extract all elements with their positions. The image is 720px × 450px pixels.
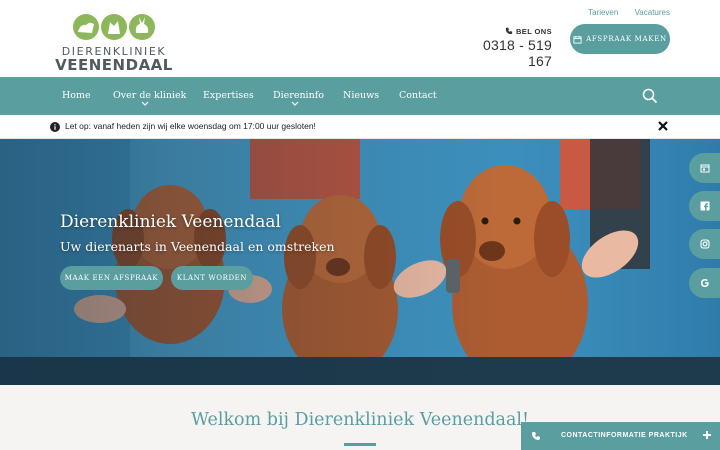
vacatures-link[interactable]: Vacatures	[635, 8, 670, 17]
info-icon	[50, 122, 60, 132]
hero-shade	[0, 139, 720, 385]
close-icon[interactable]	[657, 120, 669, 132]
contact-icon	[532, 432, 540, 440]
logo[interactable]: DIERENKLINIEK VEENENDAAL	[52, 12, 176, 74]
page: DIERENKLINIEK VEENENDAAL Tarieven Vacatu…	[0, 0, 720, 450]
notice-bar: Let op: vanaf heden zijn wij elke woensd…	[0, 115, 720, 139]
contact-info-label: CONTACTINFORMATIE PRAKTIJK	[561, 432, 688, 439]
nav-item-home[interactable]: Home	[62, 90, 91, 101]
become-client-button[interactable]: KLANT WORDEN	[171, 266, 253, 290]
side-tab-google[interactable]	[689, 268, 720, 298]
hero-title: Dierenkliniek Veenendaal	[60, 212, 281, 232]
side-tab-facebook[interactable]	[689, 191, 720, 221]
search-icon[interactable]	[642, 88, 658, 104]
phone-icon	[505, 27, 513, 35]
call-label: BEL ONS	[458, 27, 552, 36]
logo-text-line2: VEENENDAAL	[55, 56, 173, 74]
calendar-icon	[700, 164, 709, 173]
nav-item-contact[interactable]: Contact	[399, 90, 437, 101]
main-nav: Home Over de kliniek Expertises Dierenin…	[0, 77, 720, 115]
chevron-down-icon	[141, 101, 149, 106]
chevron-down-icon	[291, 101, 299, 106]
side-tab-calendar[interactable]	[689, 153, 720, 183]
calendar-icon	[573, 35, 582, 44]
nav-item-diereninfo[interactable]: Diereninfo	[273, 90, 324, 101]
hero-subtitle: Uw dierenarts in Veenendaal en omstreken	[60, 239, 335, 254]
nav-item-over-de-kliniek[interactable]: Over de kliniek	[113, 90, 186, 101]
appointment-button-label: AFSPRAAK MAKEN	[586, 35, 667, 43]
facebook-icon	[700, 201, 709, 211]
appointment-button[interactable]: AFSPRAAK MAKEN	[570, 24, 670, 54]
contact-info-bar[interactable]: CONTACTINFORMATIE PRAKTIJK	[521, 422, 720, 450]
tarieven-link[interactable]: Tarieven	[588, 8, 618, 17]
welcome-divider	[344, 443, 376, 446]
side-tab-instagram[interactable]	[689, 229, 720, 259]
call-label-text: BEL ONS	[515, 27, 552, 36]
notice-text: Let op: vanaf heden zijn wij elke woensd…	[65, 121, 316, 131]
google-icon	[700, 279, 709, 287]
top-links: Tarieven Vacatures	[574, 8, 670, 17]
plus-icon[interactable]	[702, 430, 712, 440]
logo-animals-icon	[73, 14, 155, 40]
instagram-icon	[699, 239, 710, 249]
phone-number[interactable]: 0318 - 519 167	[458, 37, 552, 69]
make-appointment-button[interactable]: MAAK EEN AFSPRAAK	[60, 266, 163, 290]
hero-banner: Dierenkliniek Veenendaal Uw dierenarts i…	[0, 139, 720, 385]
nav-item-nieuws[interactable]: Nieuws	[343, 90, 379, 101]
nav-item-expertises[interactable]: Expertises	[203, 90, 254, 101]
call-block[interactable]: BEL ONS 0318 - 519 167	[458, 27, 552, 69]
header: DIERENKLINIEK VEENENDAAL Tarieven Vacatu…	[0, 0, 720, 77]
